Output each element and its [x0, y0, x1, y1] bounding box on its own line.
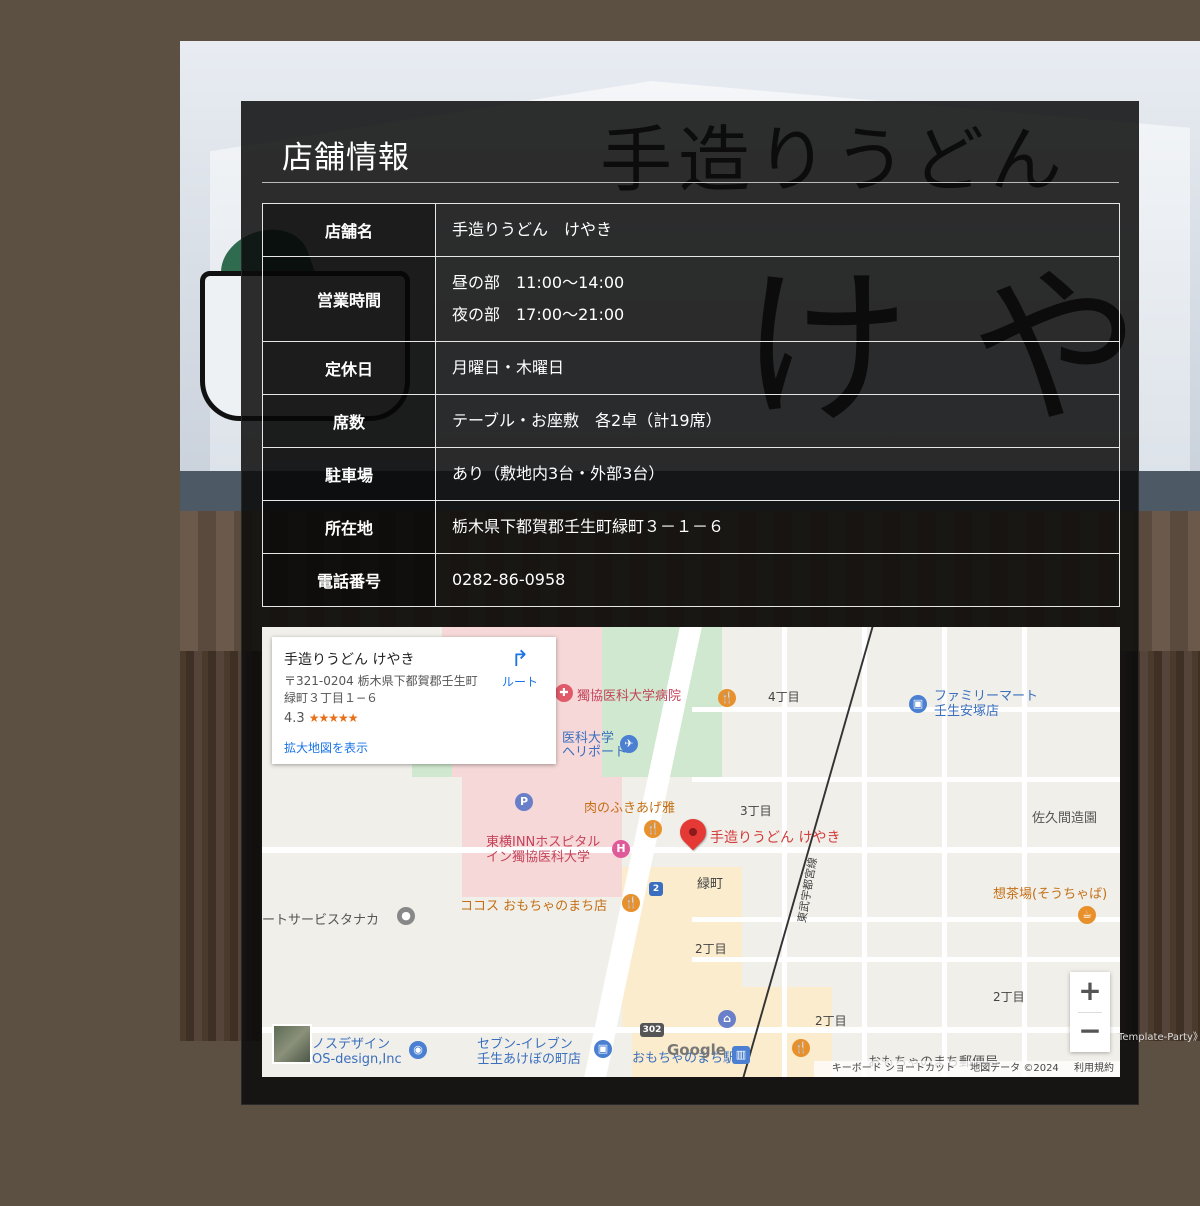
- label-seats: 席数: [262, 394, 436, 448]
- map-label-chome4: 4丁目: [768, 690, 800, 704]
- map-data-text: 地図データ ©2024: [970, 1063, 1059, 1074]
- template-credit-snippet: Template-Party》: [1118, 1032, 1200, 1043]
- phone-text: 0282-86-0958: [452, 570, 566, 589]
- map-place-card: 手造りうどん けやき 〒321-0204 栃木県下都賀郡壬生町緑町３丁目１−６ …: [272, 637, 556, 764]
- school-icon: ⌂: [718, 1010, 736, 1028]
- restaurant-icon-2: 🍴: [622, 894, 640, 912]
- address-text: 栃木県下都賀郡壬生町緑町３－１－６: [452, 517, 725, 536]
- airport-icon: ✈: [620, 735, 638, 753]
- label-shop-name: 店舗名: [262, 203, 436, 257]
- row-shop-name: 店舗名 手造りうどん けやき: [262, 203, 1120, 257]
- view-larger-map-link[interactable]: 拡大地図を表示: [284, 739, 368, 756]
- seats-text: テーブル・お座敷 各2卓（計19席）: [452, 411, 722, 430]
- map-road-v2: [862, 627, 867, 1077]
- value-parking: あり（敷地内3台・外部3台）: [435, 447, 1120, 501]
- value-hours: 昼の部 11:00〜14:00 夜の部 17:00〜21:00: [435, 256, 1120, 342]
- zoom-out-button[interactable]: −: [1070, 1012, 1110, 1052]
- map-label-design: ノスデザイン OS-design,Inc: [312, 1037, 402, 1067]
- label-hours: 営業時間: [262, 256, 436, 342]
- directions-button[interactable]: ↱ ルート: [500, 647, 540, 690]
- panel-title: 店舗情報: [282, 140, 410, 176]
- place-card-address: 〒321-0204 栃木県下都賀郡壬生町緑町３丁目１−６: [284, 674, 478, 705]
- row-closed-days: 定休日 月曜日・木曜日: [262, 341, 1120, 395]
- hotel-icon: H: [612, 840, 630, 858]
- map-label-chome2: 2丁目: [695, 942, 727, 956]
- hours-dinner: 夜の部 17:00〜21:00: [452, 305, 625, 324]
- store-icon-2: ▣: [594, 1040, 612, 1058]
- map-label-cocos: ココス おもちゃのまち店: [460, 899, 608, 914]
- rating-value: 4.3: [284, 711, 305, 726]
- map-label-familymart: ファミリーマート 壬生安塚店: [934, 689, 1039, 719]
- map-label-heliport: 医科大学 ヘリポート: [562, 731, 628, 760]
- map-label-chome2b: 2丁目: [815, 1014, 847, 1028]
- value-address: 栃木県下都賀郡壬生町緑町３－１－６: [435, 500, 1120, 554]
- map-label-sochaba: 想茶場(そうちゃば): [993, 887, 1108, 902]
- map-label-hospital: 獨協医科大学病院: [577, 689, 682, 704]
- shop-info-table: 店舗名 手造りうどん けやき 営業時間 昼の部 11:00〜14:00 夜の部 …: [262, 203, 1120, 607]
- map-label-chome2c: 2丁目: [993, 990, 1025, 1004]
- value-closed-days: 月曜日・木曜日: [435, 341, 1120, 395]
- map-road-h3: [692, 777, 1120, 782]
- map-label-toyoko: 東横INNホスピタル イン獨協医科大学: [486, 835, 601, 865]
- cafe-icon: ☕: [1078, 906, 1096, 924]
- label-phone: 電話番号: [262, 553, 436, 607]
- map-attribution: キーボード ショートカット 地図データ ©2024 利用規約: [813, 1061, 1120, 1077]
- parking-text: あり（敷地内3台・外部3台）: [452, 464, 665, 483]
- parking-icon: P: [515, 793, 533, 811]
- train-icon: ▥: [732, 1046, 750, 1064]
- map-label-chome3: 3丁目: [740, 804, 772, 818]
- map-zoom-controls: + −: [1070, 972, 1110, 1052]
- store-icon: ▣: [909, 695, 927, 713]
- shop-name-text: 手造りうどん けやき: [452, 220, 613, 239]
- map-label-sakuma: 佐久間造園: [1032, 811, 1098, 826]
- google-logo: Google: [667, 1041, 726, 1059]
- zoom-in-button[interactable]: +: [1070, 972, 1110, 1012]
- value-shop-name: 手造りうどん けやき: [435, 203, 1120, 257]
- map-road-h5: [692, 957, 1120, 962]
- map-label-seven: セブン-イレブン 壬生あけぼの町店: [477, 1037, 582, 1067]
- satellite-toggle-button[interactable]: [272, 1024, 312, 1064]
- closed-days-text: 月曜日・木曜日: [452, 358, 565, 377]
- row-hours: 営業時間 昼の部 11:00〜14:00 夜の部 17:00〜21:00: [262, 256, 1120, 342]
- value-seats: テーブル・お座敷 各2卓（計19席）: [435, 394, 1120, 448]
- zoom-divider: [1078, 1012, 1102, 1013]
- keyboard-shortcuts-link[interactable]: キーボード ショートカット: [832, 1063, 955, 1074]
- row-address: 所在地 栃木県下都賀郡壬生町緑町３－１－６: [262, 500, 1120, 554]
- service-icon: ●: [397, 907, 415, 925]
- hospital-icon: ✚: [555, 684, 573, 702]
- directions-icon: ↱: [510, 647, 530, 672]
- google-map-embed[interactable]: 獨協医科大学病院 ✚ 医科大学 ヘリポート ✈ P 肉のふきあげ雅 🍴 東横IN…: [262, 627, 1120, 1077]
- map-label-nikuno: 肉のふきあげ雅: [584, 801, 676, 816]
- label-closed-days: 定休日: [262, 341, 436, 395]
- shop-info-panel: 店舗情報 店舗名 手造りうどん けやき 営業時間 昼の部 11:00〜14:00…: [241, 101, 1139, 1105]
- location-pin-icon[interactable]: [674, 813, 712, 851]
- directions-label: ルート: [501, 675, 538, 689]
- map-label-midori: 緑町: [697, 877, 724, 892]
- map-marker-label: 手造りうどん けやき: [710, 830, 841, 846]
- rating-stars-icon: ★★★★★: [308, 711, 359, 725]
- restaurant-icon-3: 🍴: [718, 689, 736, 707]
- row-parking: 駐車場 あり（敷地内3台・外部3台）: [262, 447, 1120, 501]
- map-label-service: ートサービスタナカ: [262, 913, 380, 928]
- place-card-rating: 4.3 ★★★★★: [284, 711, 359, 726]
- place-card-title: 手造りうどん けやき: [284, 652, 415, 668]
- row-seats: 席数 テーブル・お座敷 各2卓（計19席）: [262, 394, 1120, 448]
- row-phone: 電話番号 0282-86-0958: [262, 553, 1120, 607]
- route-shield-2: 2: [649, 882, 663, 896]
- title-divider: [262, 182, 1119, 183]
- restaurant-icon: 🍴: [644, 820, 662, 838]
- map-road-h2: [692, 707, 1120, 712]
- shop-icon: ◉: [409, 1041, 427, 1059]
- label-parking: 駐車場: [262, 447, 436, 501]
- map-road-h4: [692, 917, 1120, 922]
- hours-lunch: 昼の部 11:00〜14:00: [452, 273, 625, 292]
- terms-link[interactable]: 利用規約: [1074, 1063, 1114, 1074]
- map-road-h6: [262, 1027, 1120, 1033]
- value-phone: 0282-86-0958: [435, 553, 1120, 607]
- restaurant-icon-4: 🍴: [792, 1039, 810, 1057]
- route-shield-302: 302: [640, 1023, 664, 1037]
- label-address: 所在地: [262, 500, 436, 554]
